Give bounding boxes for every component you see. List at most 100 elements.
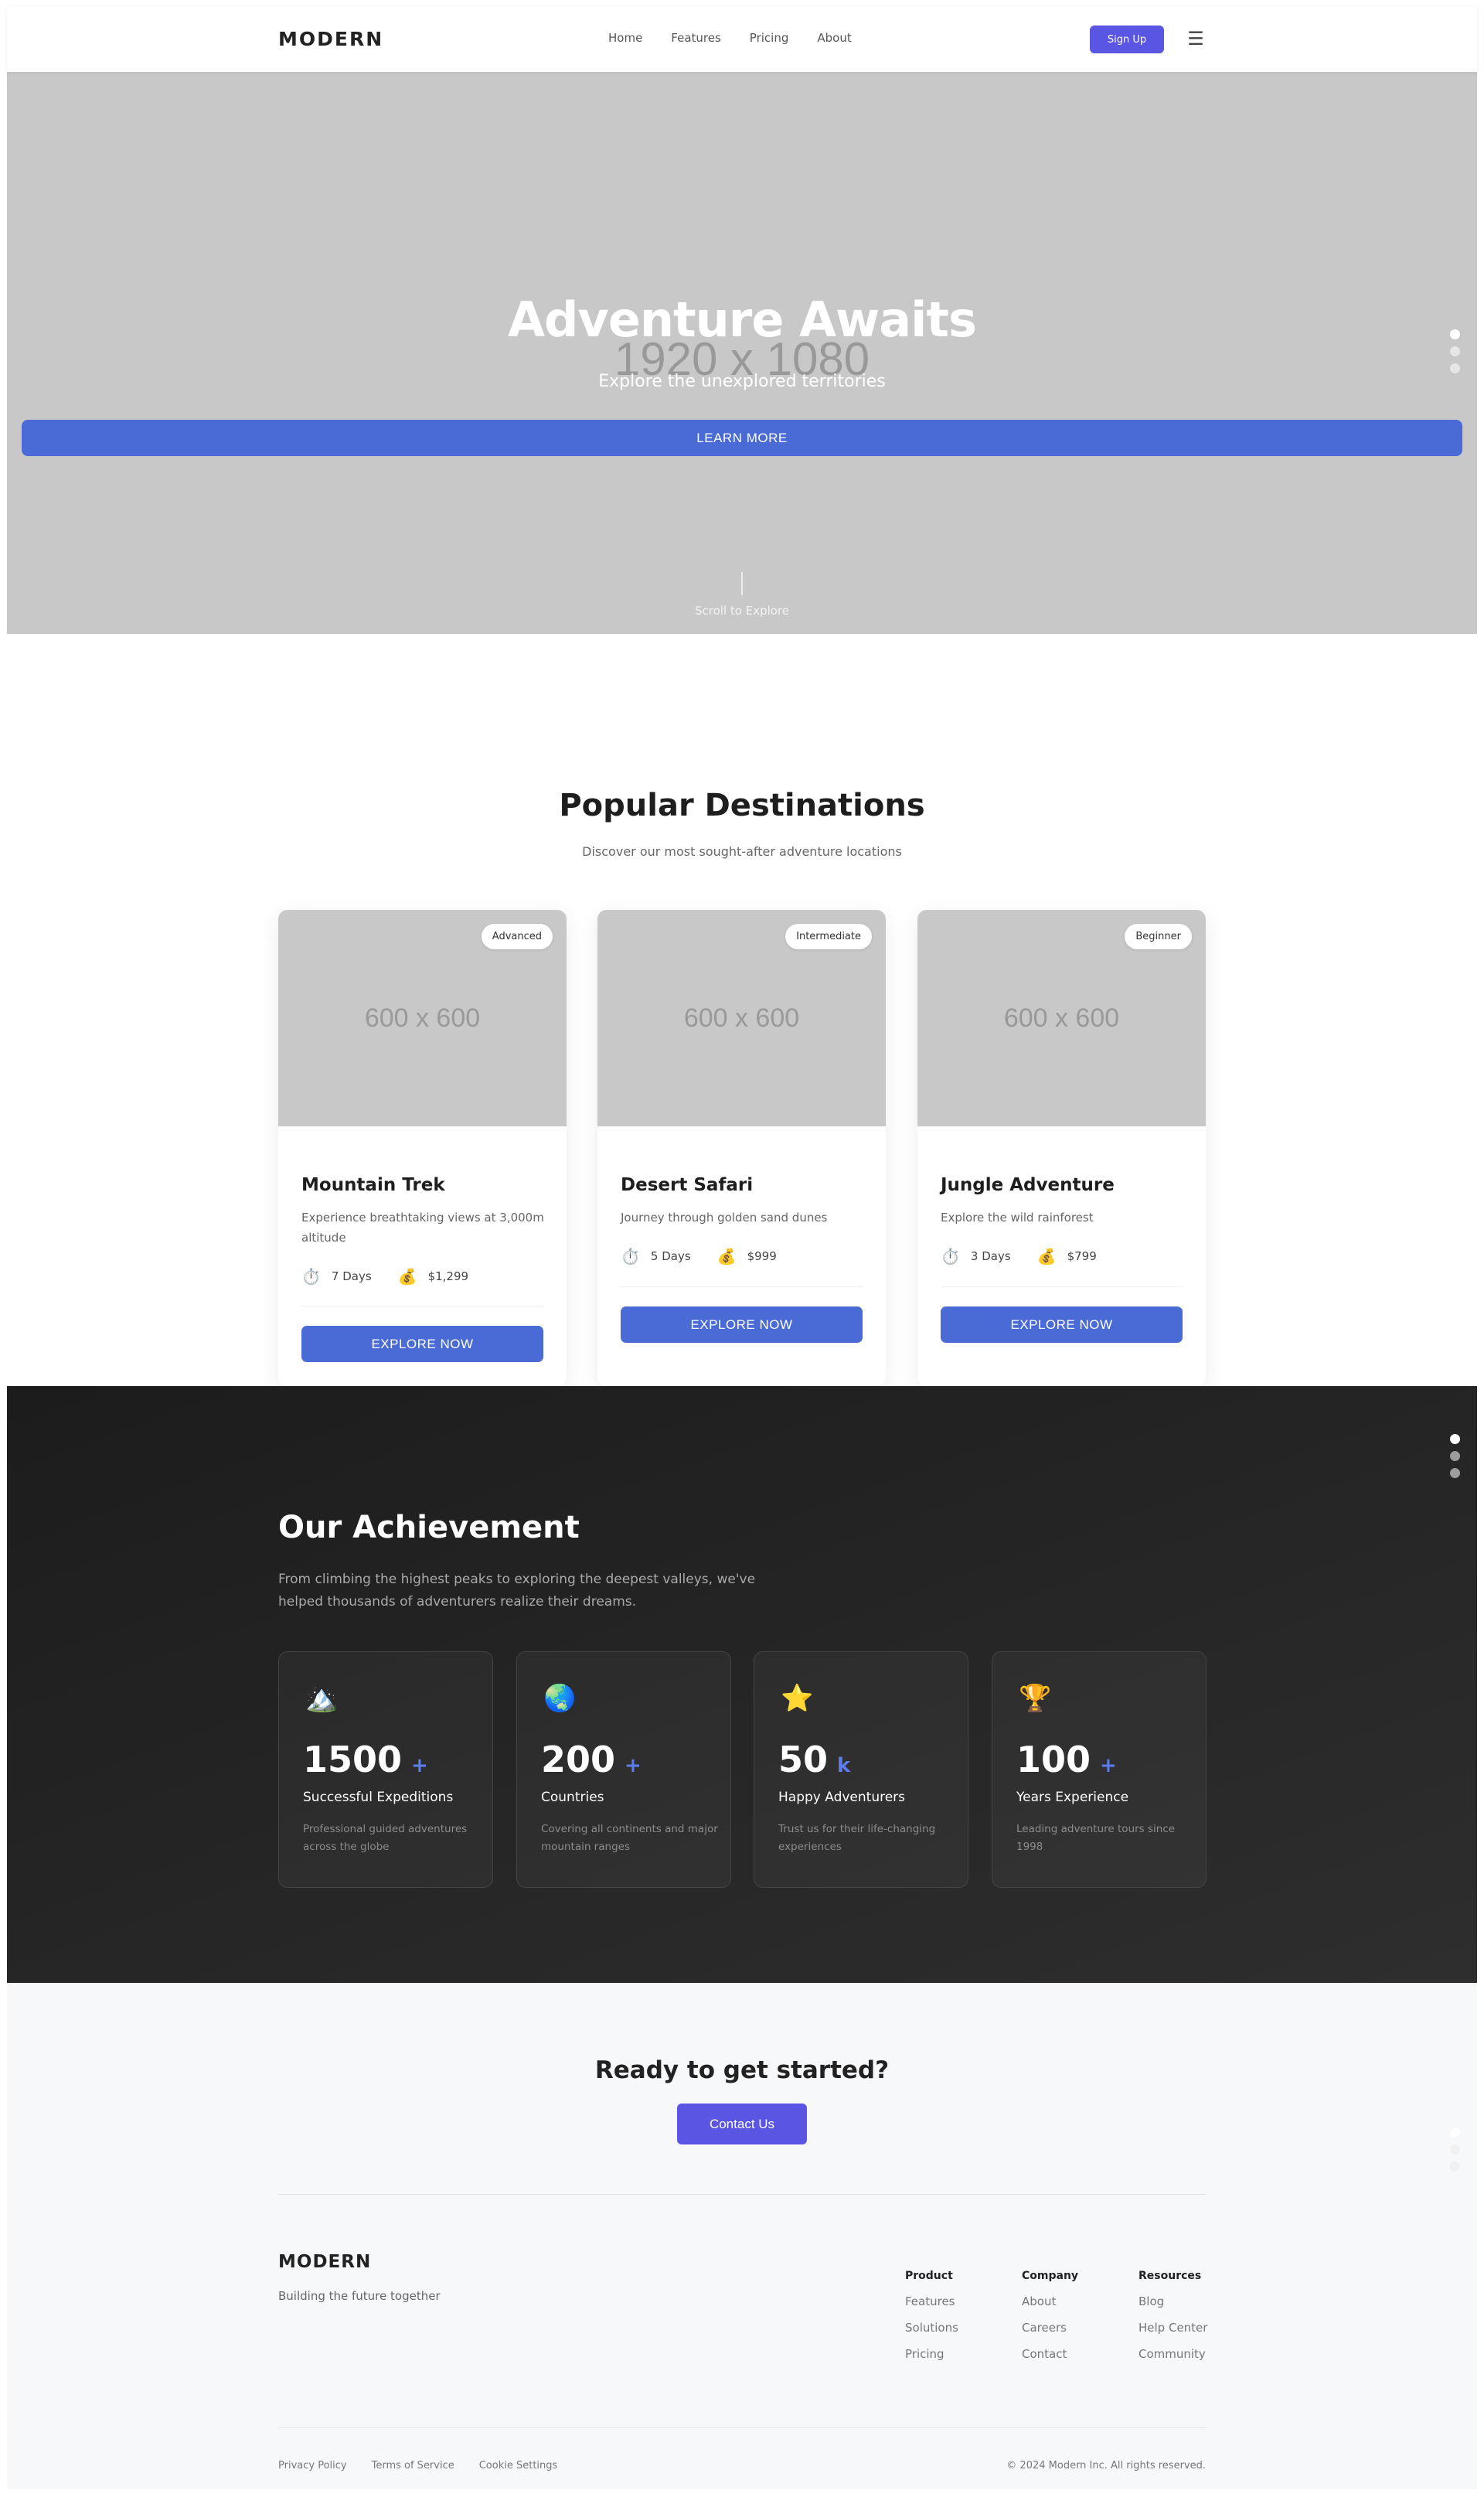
nav-link-pricing[interactable]: Pricing — [750, 31, 789, 45]
learn-more-button[interactable]: LEARN MORE — [22, 420, 1462, 456]
contact-us-button[interactable]: Contact Us — [677, 2104, 807, 2144]
footer-link-about[interactable]: About — [1022, 2294, 1078, 2321]
stat-value: 100 — [1016, 1739, 1091, 1780]
footer-link-blog[interactable]: Blog — [1139, 2294, 1207, 2321]
nav-links: Home Features Pricing About — [608, 31, 852, 45]
money-bag-icon: 💰 — [397, 1267, 417, 1286]
stat-card: 🏆 100 + Years Experience Leading adventur… — [992, 1651, 1207, 1888]
section-dot-1[interactable] — [1450, 2127, 1460, 2138]
stat-label: Years Experience — [1016, 1790, 1129, 1805]
stat-detail: Trust us for their life-changing experie… — [778, 1823, 936, 1853]
trophy-icon: 🏆 — [1019, 1683, 1052, 1714]
stopwatch-icon: ⏱️ — [941, 1247, 960, 1266]
logo[interactable]: MODERN — [278, 28, 383, 50]
stat-detail: Covering all continents and major mounta… — [541, 1823, 718, 1853]
stat-suffix: + — [411, 1754, 428, 1777]
stat-value-row: 50 k — [778, 1739, 850, 1780]
difficulty-badge: Beginner — [1125, 924, 1192, 949]
nav-link-home[interactable]: Home — [608, 31, 642, 45]
footer-link-pricing[interactable]: Pricing — [905, 2347, 958, 2373]
footer-column-heading: Product — [905, 2270, 953, 2282]
section-dot-3[interactable] — [1450, 1468, 1460, 1478]
footer-link-solutions[interactable]: Solutions — [905, 2321, 958, 2347]
stat-suffix: + — [625, 1754, 642, 1777]
footer-column-heading: Company — [1022, 2270, 1079, 2282]
stat-suffix: + — [1100, 1754, 1117, 1777]
section-nav-dots — [1450, 1434, 1460, 1478]
footer-column-heading: Resources — [1139, 2270, 1202, 2282]
card-meta: ⏱️ 5 Days 💰 $999 — [621, 1247, 777, 1266]
stat-card: 🏔️ 1500 + Successful Expeditions Professi… — [278, 1651, 493, 1888]
card-duration: 7 Days — [331, 1269, 372, 1283]
privacy-policy-link[interactable]: Privacy Policy — [278, 2460, 347, 2471]
section-nav-dots — [1450, 2127, 1460, 2172]
destinations-subtitle: Discover our most sought-after adventure… — [582, 844, 902, 859]
navbar: MODERN Home Features Pricing About Sign … — [7, 7, 1477, 72]
stat-value-row: 1500 + — [303, 1739, 428, 1780]
destinations-title: Popular Destinations — [559, 788, 925, 823]
card-image: 600 x 600 Beginner — [917, 910, 1206, 1126]
footer-logo[interactable]: MODERN — [278, 2252, 371, 2272]
cta-footer-section: Ready to get started? Contact Us MODERN … — [7, 1983, 1477, 2489]
card-image-placeholder: 600 x 600 — [364, 1003, 481, 1033]
hero-section: 1920 x 1080 Adventure Awaits Explore the… — [7, 72, 1477, 634]
explore-now-button[interactable]: EXPLORE NOW — [621, 1306, 863, 1343]
footer-divider-top — [278, 2194, 1206, 2195]
section-dot-2[interactable] — [1450, 2144, 1460, 2155]
stat-label: Successful Expeditions — [303, 1790, 454, 1805]
section-dot-1[interactable] — [1450, 329, 1460, 339]
card-description: Journey through golden sand dunes — [621, 1211, 828, 1225]
money-bag-icon: 💰 — [716, 1247, 737, 1266]
stat-value-row: 100 + — [1016, 1739, 1117, 1780]
cta-title: Ready to get started? — [594, 2056, 890, 2084]
stat-value: 50 — [778, 1739, 829, 1780]
hamburger-menu-icon[interactable]: ☰ — [1185, 26, 1207, 52]
explore-now-button[interactable]: EXPLORE NOW — [301, 1326, 543, 1362]
footer-link-features[interactable]: Features — [905, 2294, 958, 2321]
footer-tagline: Building the future together — [278, 2289, 441, 2303]
footer-link-careers[interactable]: Careers — [1022, 2321, 1078, 2347]
section-dot-3[interactable] — [1450, 2161, 1460, 2172]
section-dot-2[interactable] — [1450, 346, 1460, 356]
star-icon: ⭐ — [781, 1683, 814, 1714]
card-title: Mountain Trek — [301, 1175, 445, 1195]
achievement-description: From climbing the highest peaks to explo… — [278, 1572, 756, 1610]
mountain-icon: 🏔️ — [305, 1683, 339, 1714]
explore-now-button[interactable]: EXPLORE NOW — [941, 1306, 1183, 1343]
footer-column-resources: Resources Blog Help Center Community — [1139, 2270, 1207, 2373]
section-dot-1[interactable] — [1450, 1434, 1460, 1444]
hero-title: Adventure Awaits — [508, 291, 977, 348]
card-price: $999 — [747, 1249, 777, 1263]
nav-link-features[interactable]: Features — [671, 31, 721, 45]
footer-link-help-center[interactable]: Help Center — [1139, 2321, 1207, 2347]
sign-up-button[interactable]: Sign Up — [1090, 26, 1164, 53]
page-frame: MODERN Home Features Pricing About Sign … — [7, 7, 1477, 2489]
card-meta: ⏱️ 7 Days 💰 $1,299 — [301, 1267, 468, 1286]
difficulty-badge: Advanced — [481, 924, 553, 949]
stat-card: 🌏 200 + Countries Covering all continents… — [516, 1651, 731, 1888]
section-dot-3[interactable] — [1450, 363, 1460, 373]
footer-legal-links: Privacy Policy Terms of Service Cookie S… — [278, 2460, 557, 2471]
stat-suffix: k — [837, 1754, 851, 1777]
footer-divider-bottom — [278, 2427, 1206, 2428]
stat-value-row: 200 + — [541, 1739, 642, 1780]
cookie-settings-link[interactable]: Cookie Settings — [479, 2460, 558, 2471]
terms-of-service-link[interactable]: Terms of Service — [372, 2460, 454, 2471]
achievement-section: Our Achievement From climbing the highes… — [7, 1386, 1477, 1983]
card-price: $1,299 — [427, 1269, 469, 1283]
nav-link-about[interactable]: About — [817, 31, 851, 45]
card-image-placeholder: 600 x 600 — [1003, 1003, 1120, 1033]
footer-link-contact[interactable]: Contact — [1022, 2347, 1078, 2373]
stopwatch-icon: ⏱️ — [301, 1267, 321, 1286]
card-duration: 5 Days — [650, 1249, 691, 1263]
section-dot-2[interactable] — [1450, 1451, 1460, 1461]
card-title: Jungle Adventure — [941, 1175, 1115, 1195]
card-image-placeholder: 600 x 600 — [683, 1003, 800, 1033]
card-image: 600 x 600 Advanced — [278, 910, 567, 1126]
section-nav-dots — [1450, 329, 1460, 373]
card-image: 600 x 600 Intermediate — [597, 910, 886, 1126]
card-description: Experience breathtaking views at 3,000m … — [301, 1211, 544, 1245]
destination-card: 600 x 600 Advanced Mountain Trek Experie… — [278, 910, 567, 1386]
stat-label: Countries — [541, 1790, 604, 1805]
footer-link-community[interactable]: Community — [1139, 2347, 1207, 2373]
